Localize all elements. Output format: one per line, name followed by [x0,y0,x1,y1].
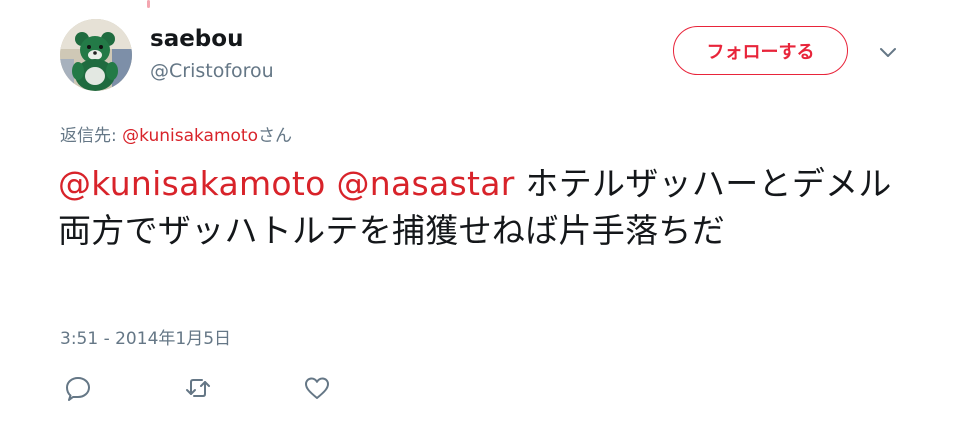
tweet-mention-kunisakamoto[interactable]: @kunisakamoto [58,164,326,203]
reply-to-line: 返信先: @kunisakamotoさん [60,121,292,146]
top-accent-bar [147,0,150,8]
reply-to-mention[interactable]: @kunisakamoto [122,126,258,146]
display-name[interactable]: saebou [150,26,243,52]
tweet-text: @kunisakamoto @nasastar ホテルザッハーとデメル両方でザッ… [58,160,898,254]
reply-to-prefix: 返信先: [60,126,123,146]
chevron-down-icon[interactable] [877,44,899,62]
follow-button[interactable]: フォローする [673,26,848,75]
user-handle[interactable]: @Cristoforou [150,60,274,82]
heart-icon[interactable] [303,374,331,402]
reply-to-suffix: さん [258,126,292,146]
timestamp[interactable]: 3:51 - 2014年1月5日 [60,324,231,349]
tweet-card: saebou @Cristoforou フォローする 返信先: @kunisak… [0,0,961,445]
tweet-mention-nasastar[interactable]: @nasastar [336,164,514,203]
retweet-arrows-icon[interactable] [184,374,212,402]
avatar[interactable] [60,19,132,91]
bear-avatar-image [60,19,132,91]
speech-bubble-icon[interactable] [64,374,92,402]
